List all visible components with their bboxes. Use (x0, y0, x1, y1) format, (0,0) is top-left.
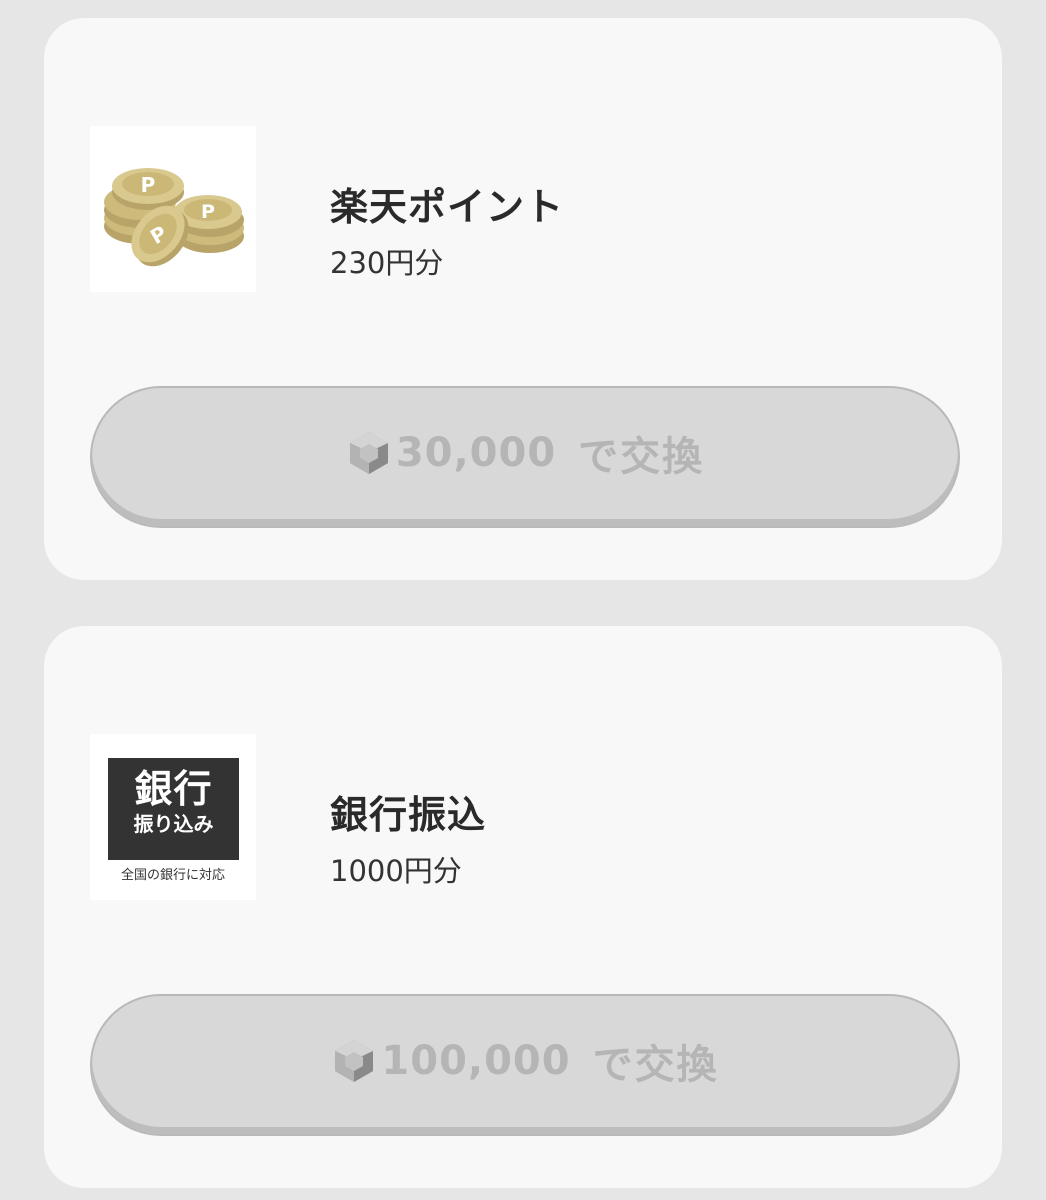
exchange-button-content: 30,000 で交換 (346, 424, 704, 482)
reward-title: 銀行振込 (330, 793, 487, 837)
exchange-button-bank-transfer[interactable]: 100,000 で交換 (90, 994, 960, 1136)
exchange-button-content: 100,000 で交換 (331, 1032, 718, 1090)
reward-card-bank-transfer: 銀行 振り込み 全国の銀行に対応 銀行振込 1000円分 100,000 で交換 (44, 626, 1002, 1188)
svg-text:P: P (141, 173, 156, 197)
reward-card-rakuten-point: P P P 楽天ポイント 230円分 30,000 で交換 (44, 18, 1002, 580)
bank-logo-main-text: 銀行 (134, 767, 213, 811)
reward-amount: 1000円分 (330, 854, 462, 888)
bank-logo-note: 全国の銀行に対応 (120, 868, 225, 883)
gem-icon (335, 1040, 374, 1082)
reward-amount: 230円分 (330, 246, 444, 280)
bank-transfer-logo: 銀行 振り込み (108, 758, 239, 860)
exchange-cost: 30,000 (395, 430, 557, 476)
reward-thumbnail-rakuten-point: P P P (90, 126, 256, 292)
exchange-cost: 100,000 (381, 1038, 571, 1084)
svg-text:P: P (201, 201, 215, 223)
exchange-label: で交換 (592, 1042, 719, 1088)
bank-logo-sub-text: 振り込み (133, 812, 214, 836)
gem-icon (349, 432, 388, 474)
reward-thumbnail-bank-transfer: 銀行 振り込み 全国の銀行に対応 (90, 734, 256, 900)
exchange-label: で交換 (578, 434, 705, 480)
reward-title: 楽天ポイント (330, 185, 565, 229)
exchange-button-rakuten-point[interactable]: 30,000 で交換 (90, 386, 960, 528)
rakuten-point-coins-icon: P P P (104, 168, 244, 267)
